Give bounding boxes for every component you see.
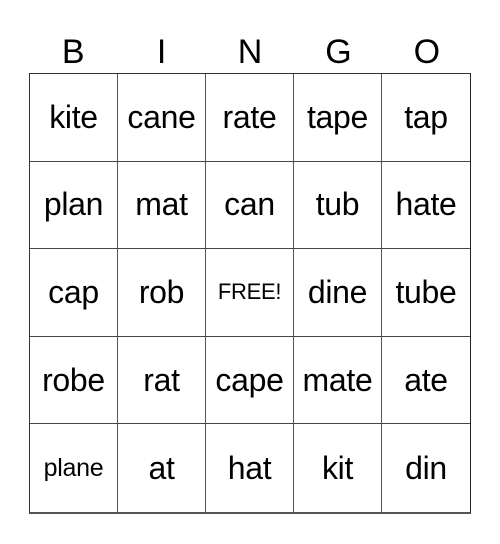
free-space-cell[interactable]: FREE! (206, 249, 294, 337)
header-letter-g: G (325, 33, 352, 71)
bingo-cell[interactable]: robe (30, 336, 118, 425)
bingo-cell[interactable]: rat (118, 336, 206, 425)
bingo-cell[interactable]: din (382, 424, 470, 512)
bingo-cell[interactable]: plan (30, 161, 118, 250)
bingo-cell[interactable]: rate (206, 74, 294, 162)
header-letter-o: O (413, 33, 441, 71)
bingo-cell[interactable]: plane (30, 424, 118, 512)
bingo-grid: kite cane rate tape tap plan mat can tub hate cap r… (29, 73, 471, 514)
bingo-cell[interactable]: cape (206, 336, 294, 425)
bingo-cell[interactable]: cap (30, 249, 118, 337)
bingo-cell[interactable]: tape (294, 74, 382, 162)
bingo-cell[interactable]: hate (382, 162, 470, 250)
bingo-cell[interactable]: tube (382, 249, 470, 337)
bingo-header: B I N G O (29, 30, 471, 74)
bingo-cell[interactable]: tap (382, 74, 470, 162)
bingo-cell[interactable]: kit (294, 424, 382, 512)
header-letter-n: N (237, 33, 263, 71)
bingo-cell[interactable]: hat (206, 424, 294, 512)
bingo-cell[interactable]: ate (382, 337, 470, 425)
bingo-cell[interactable]: rob (118, 249, 206, 337)
bingo-cell[interactable]: dine (294, 249, 382, 337)
bingo-cell[interactable]: kite (30, 74, 118, 162)
bingo-cell[interactable]: mate (294, 336, 382, 425)
header-letter-b: B (61, 33, 85, 71)
bingo-cell[interactable]: can (206, 161, 294, 250)
header-letter-i: I (156, 33, 167, 71)
bingo-cell[interactable]: cane (118, 74, 206, 162)
bingo-cell[interactable]: tub (294, 161, 382, 250)
bingo-cell[interactable]: mat (118, 161, 206, 250)
bingo-cell[interactable]: at (118, 424, 206, 512)
